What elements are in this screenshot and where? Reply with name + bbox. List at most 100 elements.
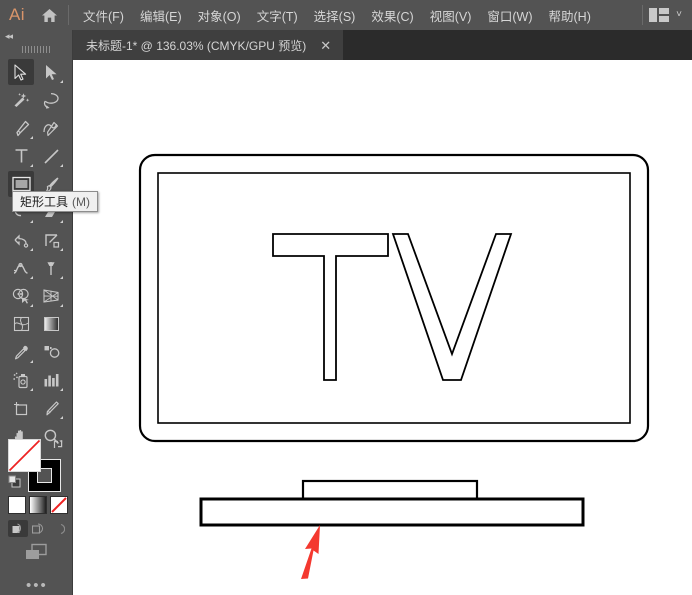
artwork-svg: [72, 60, 692, 595]
menu-edit[interactable]: 编辑(E): [132, 3, 190, 28]
tool-mesh[interactable]: [6, 310, 36, 338]
menu-file[interactable]: 文件(F): [75, 3, 132, 28]
tool-row: [6, 86, 66, 114]
more-tools-button[interactable]: •••: [26, 578, 48, 593]
menu-items: 文件(F) 编辑(E) 对象(O) 文字(T) 选择(S) 效果(C) 视图(V…: [75, 3, 599, 28]
none-mode-button[interactable]: [50, 496, 68, 514]
menubar-right-group: ˅: [638, 5, 692, 25]
tool-tooltip: 矩形工具 (M): [12, 191, 98, 212]
tool-width[interactable]: [6, 254, 36, 282]
tool-flyout-marker: [30, 248, 33, 251]
tool-flyout-marker: [30, 164, 33, 167]
draw-behind-button[interactable]: [28, 520, 48, 537]
tool-type[interactable]: [6, 142, 36, 170]
tool-symbol-sprayer[interactable]: [6, 366, 36, 394]
menubar-divider-right: [642, 5, 643, 25]
tool-curvature[interactable]: [36, 114, 66, 142]
tool-row: [6, 394, 66, 422]
tooltip-shortcut: (M): [72, 195, 90, 209]
document-tab[interactable]: 未标题-1* @ 136.03% (CMYK/GPU 预览) ✕: [72, 30, 343, 60]
menu-type[interactable]: 文字(T): [249, 3, 306, 28]
tool-grid: [6, 58, 66, 450]
tool-row: [6, 142, 66, 170]
tool-row: [6, 58, 66, 86]
tool-flyout-marker: [60, 416, 63, 419]
draw-mode-buttons: [8, 520, 68, 537]
tool-free-transform[interactable]: [36, 254, 66, 282]
tool-row: [6, 254, 66, 282]
fill-mode-buttons: [8, 496, 71, 514]
tools-panel-header: ◂◂: [0, 30, 72, 44]
tool-scale[interactable]: [36, 226, 66, 254]
tool-gradient[interactable]: [36, 310, 66, 338]
menu-view[interactable]: 视图(V): [422, 3, 480, 28]
tool-shape-builder[interactable]: [6, 282, 36, 310]
tv-inner-screen[interactable]: [158, 173, 630, 423]
tool-artboard[interactable]: [6, 394, 36, 422]
tool-direct-selection[interactable]: [36, 58, 66, 86]
tv-stand-neck[interactable]: [303, 481, 477, 500]
tool-selection[interactable]: [6, 58, 36, 86]
tool-line-segment[interactable]: [36, 142, 66, 170]
tool-blend[interactable]: [36, 338, 66, 366]
menu-window[interactable]: 窗口(W): [479, 3, 540, 28]
color-mode-button[interactable]: [8, 496, 26, 514]
tool-flyout-marker: [60, 304, 63, 307]
tool-pen[interactable]: [6, 114, 36, 142]
workspace-layout-icon[interactable]: [649, 8, 669, 22]
menu-help[interactable]: 帮助(H): [541, 3, 599, 28]
tool-lasso[interactable]: [36, 86, 66, 114]
illustrator-window: Ai 文件(F) 编辑(E) 对象(O) 文字(T) 选择(S) 效果(C) 视…: [0, 0, 692, 595]
tool-eyedropper[interactable]: [6, 338, 36, 366]
menu-effect[interactable]: 效果(C): [363, 3, 421, 28]
collapse-panel-icon[interactable]: ◂◂: [5, 32, 12, 41]
tool-flyout-marker: [60, 388, 63, 391]
annotation-arrow: [301, 525, 320, 579]
tool-row: [6, 226, 66, 254]
tool-flyout-marker: [30, 220, 33, 223]
menu-select[interactable]: 选择(S): [306, 3, 364, 28]
tool-column-graph[interactable]: [36, 366, 66, 394]
chevron-down-icon[interactable]: ˅: [676, 10, 682, 20]
app-logo: Ai: [0, 0, 34, 30]
tool-perspective-grid[interactable]: [36, 282, 66, 310]
panel-drag-handle[interactable]: [22, 46, 50, 53]
tool-row: [6, 338, 66, 366]
tool-flyout-marker: [60, 276, 63, 279]
tool-row: [6, 310, 66, 338]
tool-flyout-marker: [60, 164, 63, 167]
change-screen-mode-button[interactable]: [24, 542, 50, 567]
tools-panel: ◂◂: [0, 30, 73, 595]
home-icon[interactable]: [34, 0, 64, 30]
tool-flyout-marker: [60, 80, 63, 83]
fill-swatch[interactable]: [8, 439, 41, 472]
none-slash-icon: [8, 439, 41, 472]
fill-stroke-controls: [8, 439, 64, 489]
tooltip-label: 矩形工具: [20, 193, 68, 210]
document-tab-bar: 未标题-1* @ 136.03% (CMYK/GPU 预览) ✕: [72, 30, 692, 60]
default-fill-stroke-icon[interactable]: [8, 475, 21, 493]
tool-row: [6, 282, 66, 310]
tool-flyout-marker: [30, 136, 33, 139]
tool-flyout-marker: [60, 248, 63, 251]
tool-row: [6, 114, 66, 142]
menubar-divider: [68, 5, 69, 25]
tv-stand-base[interactable]: [201, 499, 583, 525]
menu-object[interactable]: 对象(O): [190, 3, 249, 28]
gradient-mode-button[interactable]: [29, 496, 47, 514]
tool-flyout-marker: [60, 220, 63, 223]
artboard-canvas[interactable]: [72, 60, 692, 595]
swap-fill-stroke-icon[interactable]: [52, 437, 64, 455]
close-icon[interactable]: ✕: [320, 39, 331, 52]
draw-normal-button[interactable]: [8, 520, 28, 537]
tool-magic-wand[interactable]: [6, 86, 36, 114]
tool-flyout-marker: [30, 388, 33, 391]
tool-rotate[interactable]: [6, 226, 36, 254]
document-tab-title: 未标题-1* @ 136.03% (CMYK/GPU 预览): [86, 37, 306, 54]
tool-flyout-marker: [30, 304, 33, 307]
tool-row: [6, 366, 66, 394]
tool-slice[interactable]: [36, 394, 66, 422]
menu-bar: Ai 文件(F) 编辑(E) 对象(O) 文字(T) 选择(S) 效果(C) 视…: [0, 0, 692, 30]
tool-flyout-marker: [30, 360, 33, 363]
draw-inside-button[interactable]: [48, 520, 68, 537]
